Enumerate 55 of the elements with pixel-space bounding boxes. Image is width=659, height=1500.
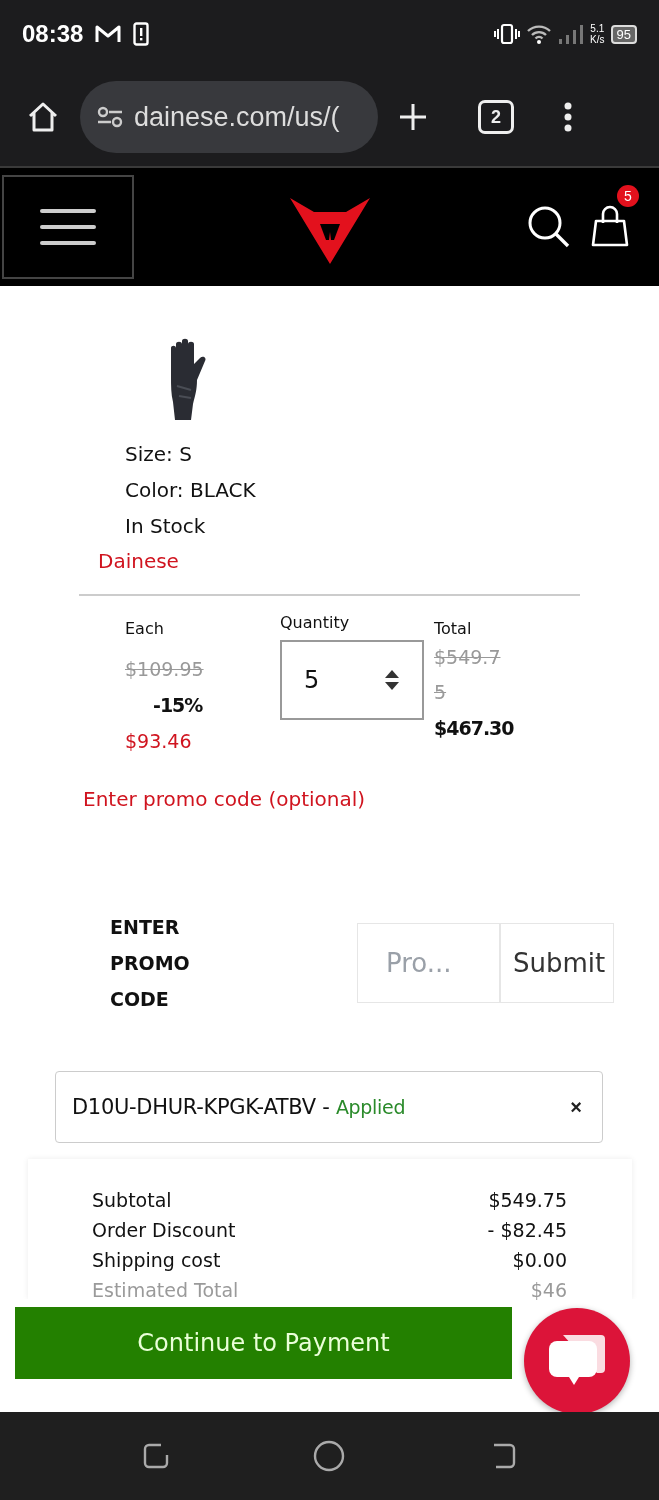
network-speed-unit: K/s [590, 34, 605, 45]
address-bar[interactable]: dainese.com/us/( [80, 81, 378, 153]
search-icon[interactable] [527, 205, 571, 249]
applied-code: D10U-DHUR-KPGK-ATBV - Applied [72, 1095, 406, 1119]
cart-count-badge: 5 [617, 185, 639, 207]
original-price: $109.95 [125, 657, 205, 682]
promo-code-label: ENTER [110, 915, 181, 940]
summary-label: Shipping cost [92, 1248, 221, 1273]
summary-value: - $82.45 [487, 1218, 567, 1243]
product-color: Color: BLACK [125, 477, 257, 504]
mail-icon [95, 24, 122, 44]
devil-head-logo-icon[interactable] [290, 196, 370, 266]
network-speed-value: 5.1 [590, 23, 605, 34]
up-down-caret-icon[interactable] [384, 669, 400, 691]
column-label: Each [125, 618, 165, 640]
quantity-label: Quantity [280, 612, 351, 634]
alert-phone-icon [133, 22, 150, 46]
discount-percent: -15% [153, 693, 204, 718]
summary-label: Estimated Total [92, 1278, 239, 1303]
shopping-bag-icon[interactable] [591, 203, 629, 247]
brand-name: Dainese [98, 548, 180, 575]
promo-code-label: CODE [110, 987, 170, 1012]
submit-button[interactable]: Submit [500, 923, 615, 1003]
home-icon[interactable] [26, 100, 60, 134]
vibrate-icon [494, 23, 521, 45]
menu-button[interactable] [2, 175, 134, 279]
summary-value: $549.75 [488, 1188, 567, 1213]
promo-code-field[interactable]: Pro... [357, 923, 500, 1003]
total-price: $467.30 [434, 716, 514, 741]
site-settings-icon[interactable] [96, 105, 124, 129]
url-text: dainese.com/us/( [134, 101, 340, 133]
more-options-icon[interactable] [564, 102, 572, 132]
menu-icon[interactable] [40, 207, 96, 247]
clock-time: 08:38 [22, 20, 84, 48]
continue-button[interactable]: Continue to Payment [15, 1307, 512, 1379]
original-total: 5 [434, 680, 448, 705]
summary-label: Subtotal [92, 1188, 172, 1213]
tab-count-button[interactable]: 2 [478, 100, 514, 134]
wifi-icon [526, 24, 553, 44]
remove-button[interactable]: × [570, 1095, 582, 1119]
summary-label: Order Discount [92, 1218, 236, 1243]
promo-code-label: PROMO [110, 951, 191, 976]
original-total: $549.7 [434, 645, 502, 670]
battery-indicator: 95 [610, 24, 637, 44]
column-label: Total [434, 618, 473, 640]
promo-code-link[interactable]: Enter promo code (optional) [83, 787, 366, 811]
stock-status: In Stock [125, 513, 207, 540]
summary-value: $0.00 [512, 1248, 567, 1273]
plus-icon[interactable] [398, 102, 428, 132]
quantity-selector[interactable]: 5 [280, 640, 424, 720]
summary-value: $46 [530, 1278, 567, 1303]
product-size: Size: S [125, 441, 193, 468]
home-button-icon[interactable] [313, 1440, 346, 1472]
signal-icon [558, 24, 585, 44]
sale-price: $93.46 [125, 729, 193, 754]
